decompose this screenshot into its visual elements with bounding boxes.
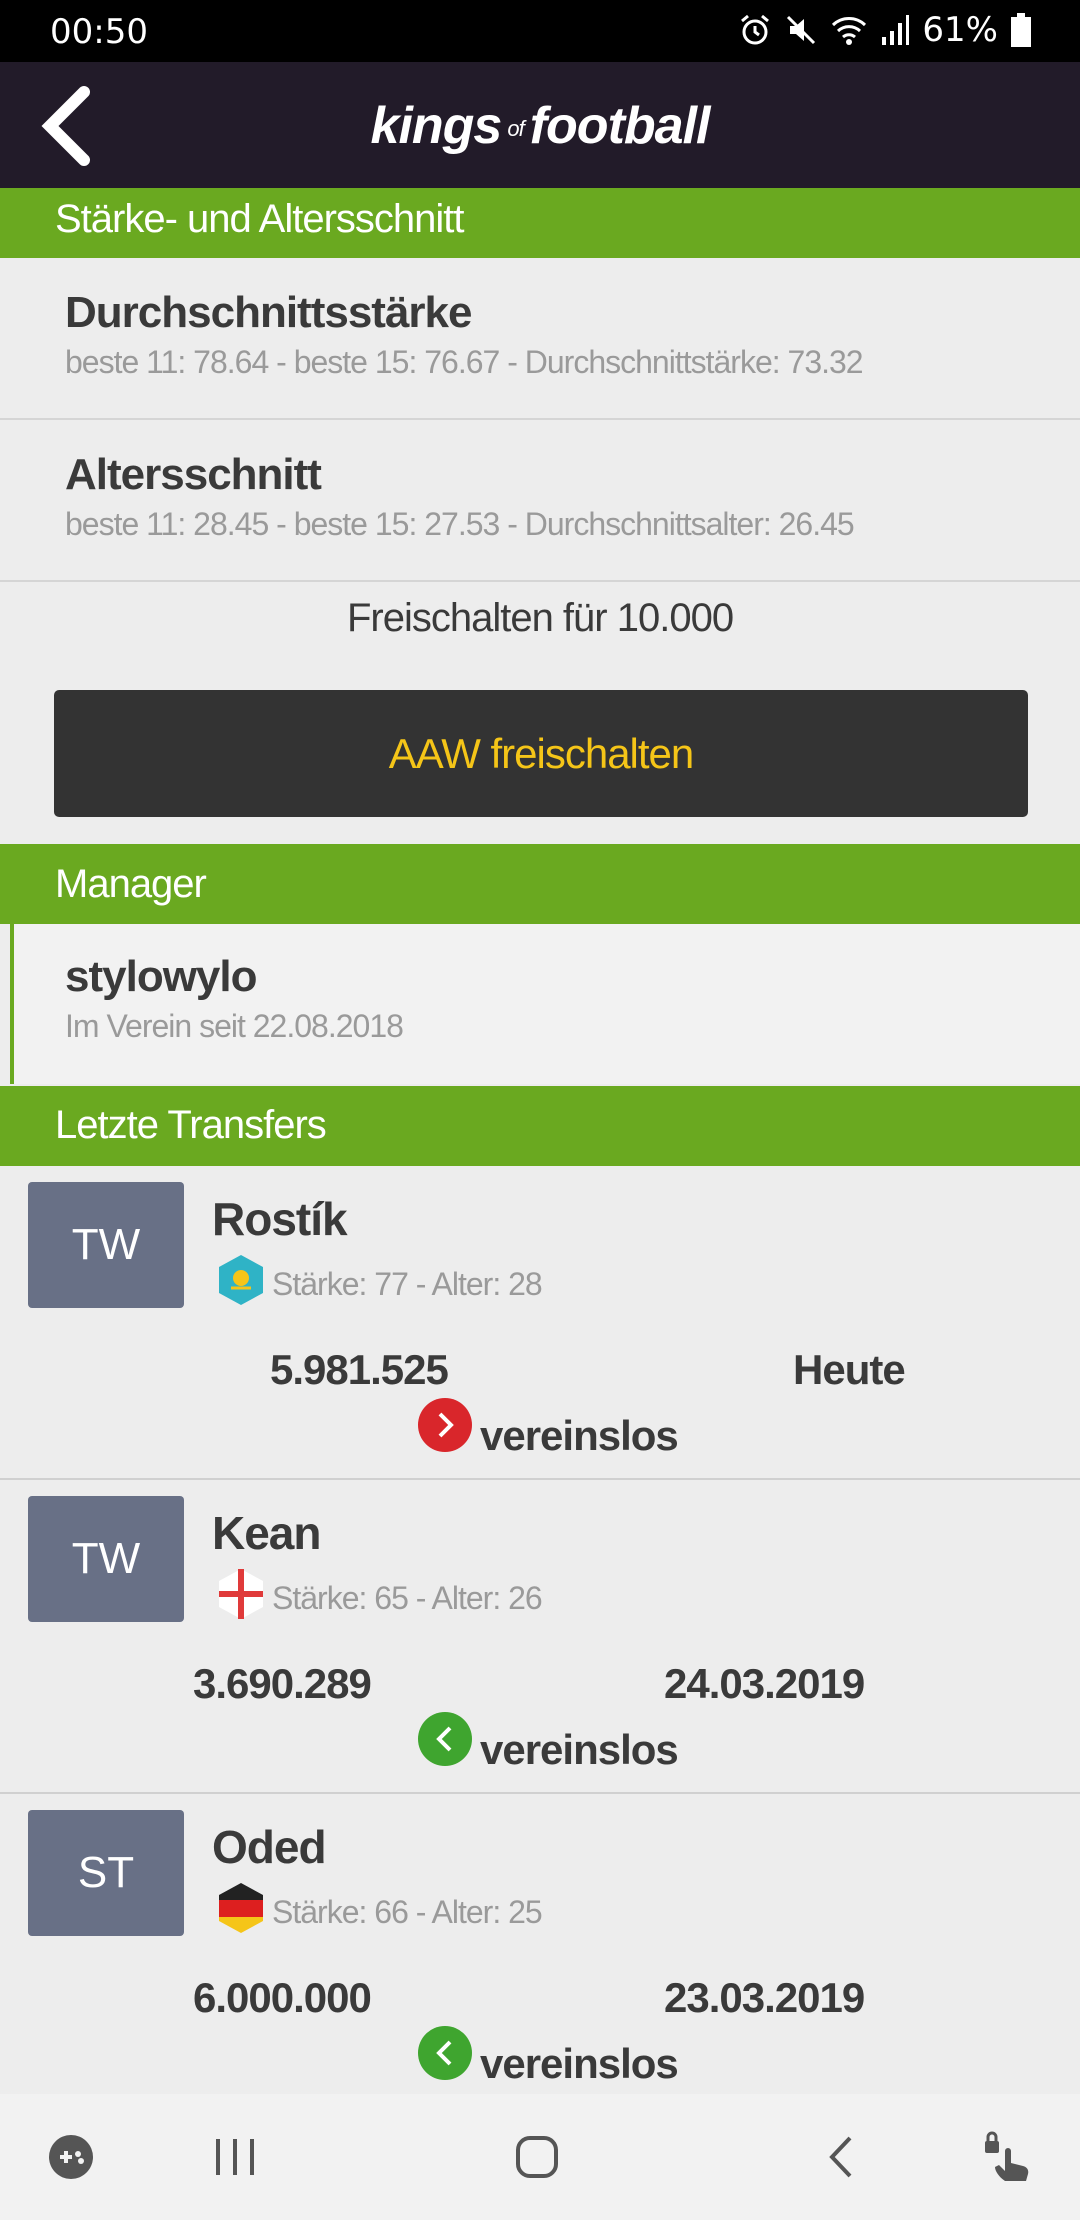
logo-kings: kings — [370, 97, 503, 155]
wifi-icon — [832, 17, 867, 45]
home-icon — [516, 2136, 558, 2178]
player-name: Oded — [212, 1821, 327, 1873]
system-back-button[interactable] — [808, 2124, 874, 2190]
transfer-club: vereinslos — [480, 1412, 679, 1459]
player-meta: Stärke: 66 - Alter: 25 — [272, 1894, 543, 1930]
transfer-club: vereinslos — [480, 1726, 679, 1773]
battery-icon — [1011, 13, 1031, 47]
transfer-price: 3.690.289 — [193, 1660, 372, 1707]
mute-icon — [787, 15, 816, 45]
section-header-manager: Manager — [0, 844, 1080, 924]
transfer-date: 23.03.2019 — [664, 1974, 865, 2021]
age-title: Altersschnitt — [65, 450, 322, 499]
recent-apps-icon — [216, 2139, 254, 2175]
age-row: Altersschnitt beste 11: 28.45 - beste 15… — [0, 420, 1080, 582]
position-badge: ST — [28, 1810, 184, 1936]
system-back-icon — [829, 2136, 852, 2178]
home-button[interactable] — [504, 2124, 570, 2190]
strength-subtitle: beste 11: 78.64 - beste 15: 76.67 - Durc… — [65, 344, 864, 380]
transfer-club: vereinslos — [480, 2040, 679, 2087]
signal-icon — [882, 15, 910, 45]
position-badge: TW — [28, 1496, 184, 1622]
germany-flag-icon — [219, 1883, 263, 1933]
player-meta: Stärke: 77 - Alter: 28 — [272, 1266, 543, 1302]
strength-title: Durchschnittsstärke — [65, 288, 472, 337]
touch-lock-button[interactable] — [976, 2124, 1042, 2190]
transfer-price: 6.000.000 — [193, 1974, 372, 2021]
age-subtitle: beste 11: 28.45 - beste 15: 27.53 - Durc… — [65, 506, 855, 542]
status-icons: 61% — [738, 10, 1032, 50]
manager-name: stylowylo — [65, 952, 258, 1001]
kazakhstan-flag-icon — [219, 1255, 263, 1305]
system-nav-bar — [0, 2094, 1080, 2220]
transfer-row[interactable]: ST Oded Stärke: 66 - Alter: 25 6.000.000… — [0, 1794, 1080, 2108]
alarm-icon — [741, 14, 770, 45]
transfer-date: 24.03.2019 — [664, 1660, 865, 1707]
player-name: Rostík — [212, 1193, 348, 1245]
transfer-in-icon — [418, 1712, 472, 1766]
position-badge: TW — [28, 1182, 184, 1308]
touch-lock-icon — [985, 2131, 1029, 2181]
section-header-strength: Stärke- und Altersschnitt — [0, 188, 1080, 258]
gamepad-icon — [49, 2135, 93, 2179]
transfer-in-icon — [418, 2026, 472, 2080]
app-bar: kings of football — [0, 62, 1080, 188]
recent-apps-button[interactable] — [202, 2124, 268, 2190]
manager-item[interactable]: stylowylo Im Verein seit 22.08.2018 — [10, 924, 1080, 1084]
game-launcher-button[interactable] — [38, 2124, 104, 2190]
england-flag-icon — [219, 1569, 263, 1619]
unlock-price-text: Freischalten für 10.000 — [346, 596, 734, 640]
strength-row: Durchschnittsstärke beste 11: 78.64 - be… — [0, 258, 1080, 420]
player-name: Kean — [212, 1507, 321, 1559]
app-logo: kings of football — [0, 96, 1080, 156]
logo-football: football — [529, 97, 711, 155]
transfer-price: 5.981.525 — [270, 1346, 449, 1393]
status-time: 00:50 — [50, 12, 148, 52]
battery-percent: 61% — [922, 10, 998, 50]
transfer-row[interactable]: TW Kean Stärke: 65 - Alter: 26 3.690.289… — [0, 1480, 1080, 1794]
status-bar: 00:50 61% — [0, 0, 1080, 62]
transfer-out-icon — [418, 1398, 472, 1452]
section-header-transfers: Letzte Transfers — [0, 1086, 1080, 1166]
logo-of: of — [507, 116, 524, 142]
unlock-button[interactable]: AAW freischalten — [54, 690, 1028, 817]
player-meta: Stärke: 65 - Alter: 26 — [272, 1580, 543, 1616]
transfer-date: Heute — [793, 1346, 906, 1393]
manager-since: Im Verein seit 22.08.2018 — [65, 1008, 404, 1044]
transfer-row[interactable]: TW Rostík Stärke: 77 - Alter: 28 5.981.5… — [0, 1166, 1080, 1480]
